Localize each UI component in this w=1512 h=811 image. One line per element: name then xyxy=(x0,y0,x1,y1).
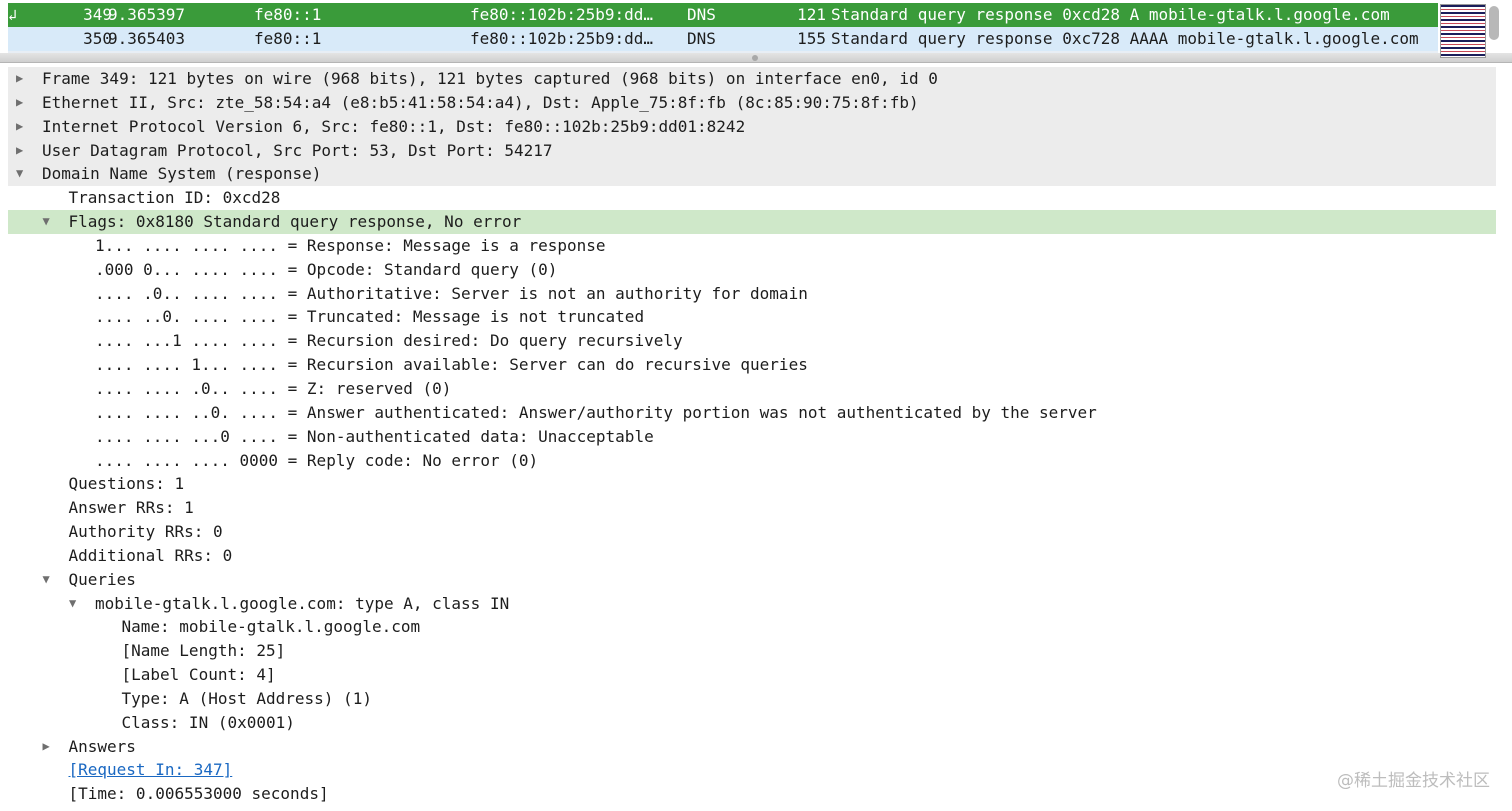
tree-row[interactable]: ▼ Queries xyxy=(8,568,1496,592)
pane-splitter[interactable] xyxy=(0,53,1512,63)
packet-number: 349 xyxy=(83,5,112,24)
tree-row-text: Flags: 0x8180 Standard query response, N… xyxy=(68,212,522,232)
packet-destination: fe80::102b:25b9:dd… xyxy=(470,5,654,24)
packet-info: Standard query response 0xcd28 A mobile-… xyxy=(831,5,1390,24)
tree-row-text: [Name Length: 25] xyxy=(121,641,286,661)
tree-row-text: Type: A (Host Address) (1) xyxy=(121,688,372,708)
tree-row[interactable]: .... .... 1... .... = Recursion availabl… xyxy=(8,353,1496,377)
packet-length: 155 xyxy=(797,29,826,48)
tree-row-text: 1... .... .... .... = Response: Message … xyxy=(95,235,606,255)
tree-row[interactable]: 1... .... .... .... = Response: Message … xyxy=(8,234,1496,258)
tree-row[interactable]: .000 0... .... .... = Opcode: Standard q… xyxy=(8,258,1496,282)
tree-row-text: .... .... 1... .... = Recursion availabl… xyxy=(95,355,808,375)
tree-row[interactable]: .... ..0. .... .... = Truncated: Message… xyxy=(8,305,1496,329)
tree-row-text: Ethernet II, Src: zte_58:54:a4 (e8:b5:41… xyxy=(42,92,919,112)
expand-down-icon[interactable]: ▼ xyxy=(69,592,83,616)
request-in-link[interactable]: [Request In: 347] xyxy=(69,758,233,782)
expand-down-icon[interactable]: ▼ xyxy=(43,568,57,592)
packet-source: fe80::1 xyxy=(254,29,322,48)
splitter-handle-icon[interactable] xyxy=(752,55,758,61)
tree-row-text: Questions: 1 xyxy=(68,474,185,494)
tree-row[interactable]: .... .0.. .... .... = Authoritative: Ser… xyxy=(8,282,1496,306)
tree-row[interactable]: ▶ Frame 349: 121 bytes on wire (968 bits)… xyxy=(8,67,1496,91)
packet-time: 9.365397 xyxy=(108,5,186,24)
tree-row[interactable]: .... .... ...0 .... = Non-authenticated … xyxy=(8,425,1496,449)
tree-row-text: Transaction ID: 0xcd28 xyxy=(68,188,281,208)
tree-row[interactable]: ▶ Answers xyxy=(8,735,1496,759)
tree-row[interactable]: Additional RRs: 0 xyxy=(8,544,1496,568)
tree-row-text: .... .... ...0 .... = Non-authenticated … xyxy=(95,426,654,446)
expand-right-icon[interactable]: ▶ xyxy=(16,91,30,115)
packet-minimap[interactable] xyxy=(1440,4,1486,58)
tree-row[interactable]: .... ...1 .... .... = Recursion desired:… xyxy=(8,329,1496,353)
packet-info: Standard query response 0xc728 AAAA mobi… xyxy=(831,29,1419,48)
packet-row[interactable]: ↲ 349 9.365397 fe80::1 fe80::102b:25b9:dd… DN… xyxy=(8,3,1438,27)
tree-row[interactable]: Questions: 1 xyxy=(8,472,1496,496)
tree-row[interactable]: Name: mobile-gtalk.l.google.com xyxy=(8,615,1496,639)
tree-row-text: .... ..0. .... .... = Truncated: Message… xyxy=(95,307,645,327)
packet-length: 121 xyxy=(797,5,826,24)
packet-protocol: DNS xyxy=(687,29,716,48)
tree-row[interactable]: Answer RRs: 1 xyxy=(8,496,1496,520)
expand-right-icon[interactable]: ▶ xyxy=(16,139,30,163)
tree-row-text: Name: mobile-gtalk.l.google.com xyxy=(121,617,421,637)
packet-source: fe80::1 xyxy=(254,5,322,24)
watermark: @稀土掘金技术社区 xyxy=(1337,771,1490,791)
tree-row[interactable]: ▼ mobile-gtalk.l.google.com: type A, clas… xyxy=(8,592,1496,616)
tree-row-text: [Time: 0.006553000 seconds] xyxy=(68,784,329,804)
tree-row[interactable]: ▶ User Datagram Protocol, Src Port: 53, D… xyxy=(8,138,1496,163)
tree-row[interactable]: Type: A (Host Address) (1) xyxy=(8,687,1496,711)
tree-row-text: .... .... ..0. .... = Answer authenticat… xyxy=(95,402,1097,422)
tree-row-text: Answer RRs: 1 xyxy=(68,498,194,518)
tree-row-text: .... .... .0.. .... = Z: reserved (0) xyxy=(95,378,452,398)
tree-row[interactable]: Class: IN (0x0001) xyxy=(8,711,1496,735)
packet-number: 350 xyxy=(83,29,112,48)
tree-row[interactable]: [Time: 0.006553000 seconds] xyxy=(8,782,1496,806)
expand-right-icon[interactable]: ▶ xyxy=(16,115,30,139)
tree-row-text: Authority RRs: 0 xyxy=(68,522,223,542)
packet-destination: fe80::102b:25b9:dd… xyxy=(470,29,654,48)
tree-row-text: .... ...1 .... .... = Recursion desired:… xyxy=(95,331,683,351)
expand-down-icon[interactable]: ▼ xyxy=(43,210,57,234)
packet-time: 9.365403 xyxy=(108,29,186,48)
tree-row-text: Additional RRs: 0 xyxy=(68,545,233,565)
tree-row[interactable]: .... .... .0.. .... = Z: reserved (0) xyxy=(8,377,1496,401)
tree-row-text: Class: IN (0x0001) xyxy=(121,712,295,732)
tree-row[interactable]: ▼ Domain Name System (response) xyxy=(8,162,1496,187)
tree-row[interactable]: [Name Length: 25] xyxy=(8,639,1496,663)
tree-row[interactable]: [Request In: 347] xyxy=(8,758,1496,782)
expand-down-icon[interactable]: ▼ xyxy=(16,162,30,186)
packet-row[interactable]: 350 9.365403 fe80::1 fe80::102b:25b9:dd… DNS… xyxy=(8,27,1438,51)
tree-row-text: Answers xyxy=(68,736,136,756)
tree-row[interactable]: .... .... .... 0000 = Reply code: No err… xyxy=(8,449,1496,473)
expand-right-icon[interactable]: ▶ xyxy=(43,735,57,759)
tree-row-text: Queries xyxy=(68,569,136,589)
related-packet-icon: ↲ xyxy=(8,6,18,24)
tree-row[interactable]: Authority RRs: 0 xyxy=(8,520,1496,544)
tree-row-text: Frame 349: 121 bytes on wire (968 bits),… xyxy=(42,69,938,88)
packet-list: ↲ 349 9.365397 fe80::1 fe80::102b:25b9:dd… DN… xyxy=(8,0,1438,60)
tree-row[interactable]: .... .... ..0. .... = Answer authenticat… xyxy=(8,401,1496,425)
tree-row-text: [Label Count: 4] xyxy=(121,665,276,685)
tree-row-text: .... .... .... 0000 = Reply code: No err… xyxy=(95,450,539,470)
tree-row-text: User Datagram Protocol, Src Port: 53, Ds… xyxy=(42,140,553,160)
packet-list-scrollbar[interactable] xyxy=(1489,6,1499,40)
tree-row[interactable]: ▶ Internet Protocol Version 6, Src: fe80:… xyxy=(8,114,1496,139)
packet-protocol: DNS xyxy=(687,5,716,24)
tree-row[interactable]: Transaction ID: 0xcd28 xyxy=(8,186,1496,210)
tree-row-text: Internet Protocol Version 6, Src: fe80::… xyxy=(42,116,746,136)
related-packet-icon xyxy=(8,27,38,51)
tree-row-text: .... .0.. .... .... = Authoritative: Ser… xyxy=(95,283,808,303)
tree-row-text: mobile-gtalk.l.google.com: type A, class… xyxy=(95,593,510,613)
tree-row[interactable]: ▼ Flags: 0x8180 Standard query response, … xyxy=(8,210,1496,234)
tree-row-text: Domain Name System (response) xyxy=(42,164,322,184)
tree-row-text: .000 0... .... .... = Opcode: Standard q… xyxy=(95,259,558,279)
tree-row[interactable]: [Label Count: 4] xyxy=(8,663,1496,687)
tree-row[interactable]: ▶ Ethernet II, Src: zte_58:54:a4 (e8:b5:4… xyxy=(8,90,1496,115)
packet-details-tree: ▶ Frame 349: 121 bytes on wire (968 bits)… xyxy=(8,67,1496,806)
expand-right-icon[interactable]: ▶ xyxy=(16,67,30,91)
